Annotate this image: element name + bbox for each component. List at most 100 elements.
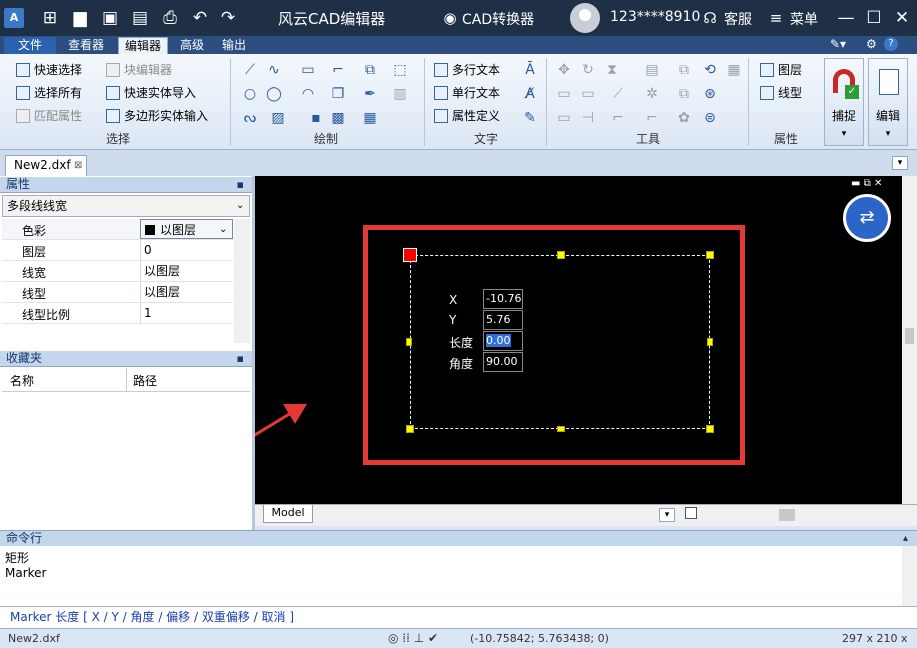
command-input[interactable]: Marker 长度 [ X / Y / 角度 / 偏移 / 双重偏移 / 取消 … [0,606,917,628]
property-row[interactable]: 图层 0 [2,240,233,261]
break-icon[interactable]: ⟋ [610,86,626,102]
text-format-icon[interactable]: A̸ [522,86,538,102]
style-icon[interactable]: ✎▾ [830,37,846,51]
rectangle-icon[interactable]: ▭ [300,62,316,78]
offset-icon[interactable]: ⊛ [702,86,718,102]
property-type-select[interactable]: 多段线线宽 ⌄ [2,195,250,217]
pen-icon[interactable]: ✒ [362,86,378,102]
attdef-button[interactable]: 属性定义 [432,106,500,126]
cad-converter-button[interactable]: CAD转换器 [462,9,534,29]
tab-output[interactable]: 输出 [216,37,252,54]
column-header-path[interactable]: 路径 [126,368,157,392]
scroll-left-icon[interactable] [685,507,697,519]
lengthen-icon[interactable]: ⊣ [580,110,596,126]
freehand-icon[interactable]: ᔓ [242,110,258,126]
menu-icon[interactable]: ≡ [766,8,786,28]
polygon-input-button[interactable]: 多边形实体输入 [104,106,208,126]
pin-icon[interactable]: ▪ [237,177,244,192]
image-icon[interactable]: ▩ [330,110,346,126]
layout-list-icon[interactable]: ▾ [659,508,675,522]
tab-editor[interactable]: 编辑器 [118,37,169,54]
service-button[interactable]: 客服 [724,9,752,29]
group-icon[interactable]: ⧉ [676,62,692,78]
open-folder-icon[interactable]: ▆ [70,8,90,28]
text-edit-icon[interactable]: ✎ [522,110,538,126]
fillet-icon[interactable]: ⌐ [610,110,626,126]
measure-icon[interactable]: ⊜ [702,110,718,126]
extend-icon[interactable]: ▭ [580,86,596,102]
pin-icon[interactable]: ▪ [237,351,244,366]
join-icon[interactable]: ⧉ [676,86,692,102]
minimize-icon[interactable]: — [836,8,856,28]
hatch-icon[interactable]: ▨ [270,110,286,126]
scale-icon[interactable]: ▤ [644,62,660,78]
linetype-button[interactable]: 线型 [758,83,802,103]
new-file-icon[interactable]: ⊞ [40,8,60,28]
chamfer-icon[interactable]: ⌐ [644,110,660,126]
tab-advanced[interactable]: 高级 [174,37,210,54]
trim-icon[interactable]: ▭ [556,86,572,102]
block-insert-icon[interactable]: ⧉ [362,62,378,78]
tab-list-icon[interactable]: ▾ [892,156,908,170]
ellipse-icon[interactable]: ◯ [266,86,282,102]
log-scrollbar[interactable] [902,546,917,606]
snap-button[interactable]: ✓ 捕捉 ▾ [824,58,864,146]
quick-select-button[interactable]: 快速选择 [14,60,82,80]
quick-import-button[interactable]: 快速实体导入 [104,83,196,103]
tab-viewer[interactable]: 查看器 [62,37,110,54]
property-row[interactable]: 线型 以图层 [2,282,233,303]
move-icon[interactable]: ✥ [556,62,572,78]
copy-icon[interactable]: ❐ [330,86,346,102]
scroll-up-icon[interactable]: ▴ [903,531,908,546]
match-properties-button[interactable]: 匹配属性 [14,106,82,126]
properties-scrollbar[interactable] [234,219,250,343]
avatar[interactable] [570,3,600,33]
rotate-icon[interactable]: ↻ [580,62,596,78]
print-icon[interactable]: ⎙ [160,8,180,28]
model-tab[interactable]: Model [263,505,313,523]
point-icon[interactable]: ▪ [308,110,324,126]
table-icon[interactable]: ▦ [362,110,378,126]
block-editor-button[interactable]: 块编辑器 [104,60,172,80]
close-tab-icon[interactable]: ⊠ [74,156,82,175]
text-style-icon[interactable]: Ā [522,62,538,78]
edit-button[interactable]: 编辑 ▾ [868,58,908,146]
array-icon[interactable]: ▦ [726,62,742,78]
property-row[interactable]: 线宽 以图层 [2,261,233,282]
document-tab[interactable]: New2.dxf ⊠ [5,155,87,176]
save-as-icon[interactable]: ▤ [130,8,150,28]
scroll-thumb[interactable] [905,328,914,344]
canvas-horizontal-scrollbar[interactable] [683,506,915,524]
drawing-canvas[interactable]: X -10.76 Y 5.76 长度 0.00 角度 90.00 ▬ ⧉ ✕ ⇄ [255,176,902,504]
line-icon[interactable]: ⟋ [242,62,258,78]
circle-icon[interactable]: ○ [242,86,258,102]
undo-icon[interactable]: ↶ [190,8,210,28]
mtext-button[interactable]: 多行文本 [432,60,500,80]
select-all-button[interactable]: 选择所有 [14,83,82,103]
stext-button[interactable]: 单行文本 [432,83,500,103]
converter-icon[interactable]: ◉ [440,8,460,28]
property-row[interactable]: 色彩 以图层 ⌄ [2,219,233,240]
close-icon[interactable]: ✕ [892,8,912,28]
save-icon[interactable]: ▣ [100,8,120,28]
spline-icon[interactable]: ∿ [266,62,282,78]
scroll-thumb[interactable] [779,509,795,521]
help-icon[interactable]: ? [884,37,898,51]
erase-icon[interactable]: ✿ [676,110,692,126]
headset-icon[interactable]: ☊ [700,8,720,28]
menu-button[interactable]: 菜单 [790,9,818,29]
column-header-name[interactable]: 名称 [10,372,34,389]
property-row[interactable]: 线型比例 1 [2,303,233,324]
layers-icon[interactable]: ▥ [392,86,408,102]
user-account[interactable]: 123****8910 [610,9,700,25]
explode-icon[interactable]: ✲ [644,86,660,102]
select-region-icon[interactable]: ⬚ [392,62,408,78]
arc-icon[interactable]: ◠ [300,86,316,102]
redo-icon[interactable]: ↷ [218,8,238,28]
stretch-icon[interactable]: ▭ [556,110,572,126]
mirror-icon[interactable]: ⧗ [604,62,620,78]
canvas-vertical-scrollbar[interactable] [902,176,917,504]
tab-file[interactable]: 文件 [4,37,56,54]
snap-toggles[interactable]: ◎ ⁞⁞ ⊥ ✔ [388,629,438,648]
layer-button[interactable]: 图层 [758,60,802,80]
